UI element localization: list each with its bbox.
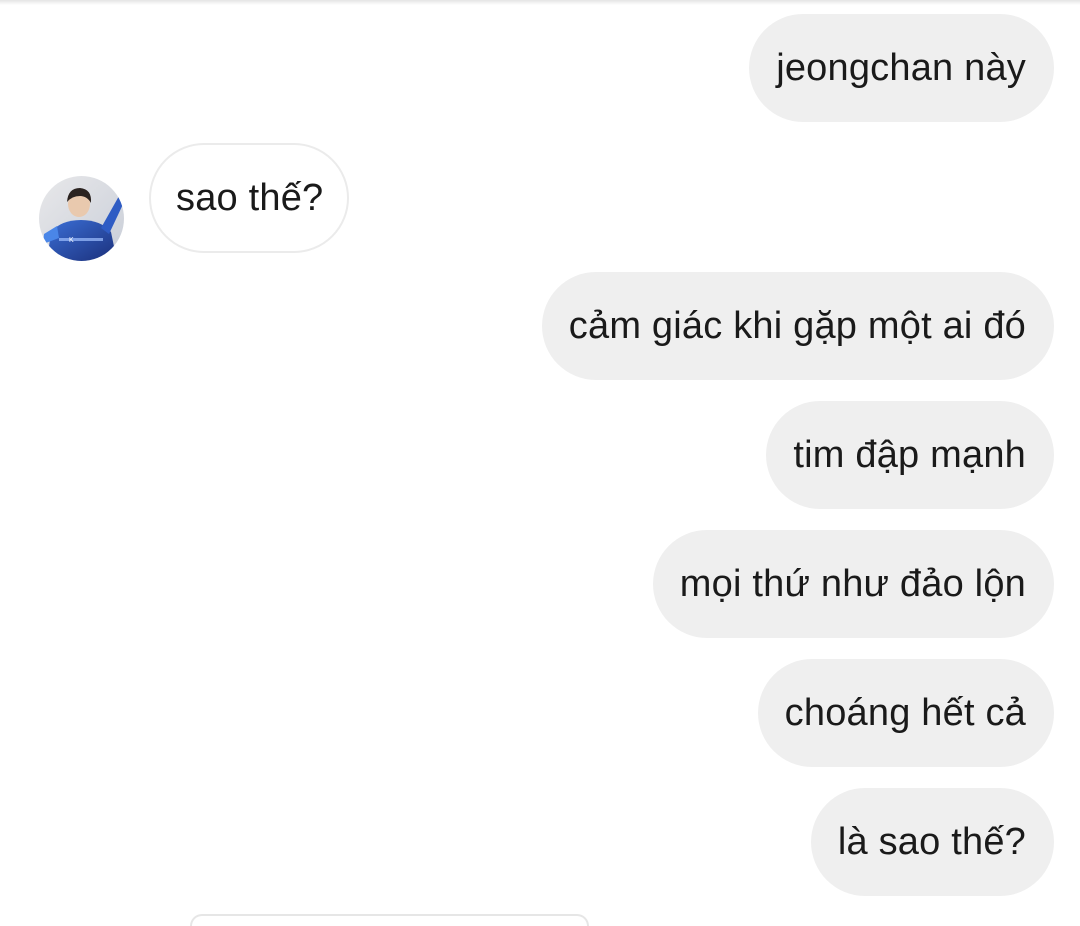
- message-text: tim đập mạnh: [793, 433, 1026, 476]
- outgoing-message-bubble[interactable]: jeongchan này: [749, 14, 1054, 122]
- top-divider: [0, 0, 1080, 5]
- message-text: là sao thế?: [837, 820, 1026, 863]
- outgoing-message-bubble[interactable]: choáng hết cả: [757, 659, 1054, 767]
- outgoing-message-bubble[interactable]: mọi thứ như đảo lộn: [652, 530, 1054, 638]
- svg-text:K: K: [69, 237, 74, 244]
- message-text: cảm giác khi gặp một ai đó: [568, 304, 1026, 347]
- contact-avatar[interactable]: K: [39, 176, 124, 261]
- message-text: choáng hết cả: [784, 691, 1026, 734]
- message-text: jeongchan này: [776, 46, 1026, 89]
- outgoing-message-bubble[interactable]: là sao thế?: [810, 788, 1054, 896]
- outgoing-message-bubble[interactable]: tim đập mạnh: [766, 401, 1054, 509]
- message-text: mọi thứ như đảo lộn: [679, 562, 1026, 605]
- profile-photo-icon: K: [39, 176, 124, 261]
- partially-visible-bubble: [190, 914, 589, 926]
- message-text: sao thế?: [176, 176, 324, 219]
- incoming-message-bubble[interactable]: sao thế?: [149, 143, 350, 253]
- outgoing-message-bubble[interactable]: cảm giác khi gặp một ai đó: [541, 272, 1054, 380]
